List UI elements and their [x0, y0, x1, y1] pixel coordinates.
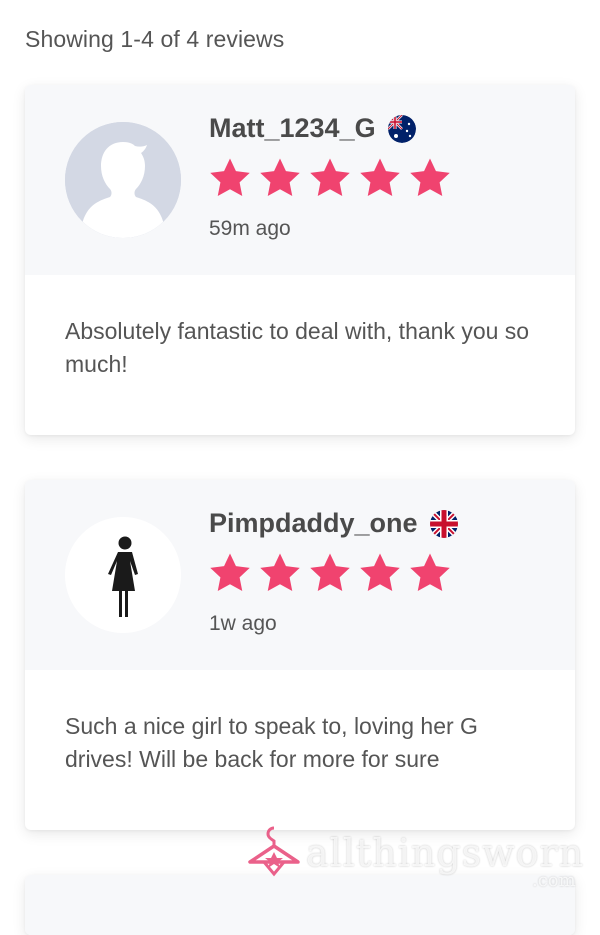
review-text: Such a nice girl to speak to, loving her… [65, 713, 478, 772]
hanger-logo-icon [246, 822, 302, 883]
default-avatar-icon[interactable] [65, 122, 181, 238]
star-rating [207, 155, 453, 201]
review-card [25, 875, 575, 935]
star-icon [407, 550, 453, 596]
reviewer-name[interactable]: Pimpdaddy_one [209, 508, 458, 539]
female-figure-avatar-icon[interactable] [65, 517, 181, 633]
review-text: Absolutely fantastic to deal with, thank… [65, 318, 530, 377]
review-time: 1w ago [209, 612, 277, 635]
star-icon [307, 550, 353, 596]
star-icon [257, 550, 303, 596]
reviewer-name[interactable]: Matt_1234_G [209, 113, 416, 144]
reviewer-username[interactable]: Pimpdaddy_one [209, 508, 418, 539]
review-time: 59m ago [209, 217, 291, 240]
star-icon [257, 155, 303, 201]
star-icon [357, 155, 403, 201]
reviewer-username[interactable]: Matt_1234_G [209, 113, 376, 144]
watermark-suffix: .com [532, 870, 576, 891]
star-rating [207, 550, 453, 596]
review-card: Pimpdaddy_one 1w ago Such a nice girl to… [25, 480, 575, 830]
star-icon [307, 155, 353, 201]
review-card: Matt_1234_G 59m ago Absolutely fantastic… [25, 85, 575, 435]
review-count-summary: Showing 1-4 of 4 reviews [25, 26, 285, 52]
star-icon [207, 155, 253, 201]
watermark-logo: allthingsworn .com [246, 822, 585, 891]
review-header: Matt_1234_G 59m ago [25, 85, 575, 275]
star-icon [357, 550, 403, 596]
star-icon [407, 155, 453, 201]
flag-uk-icon [429, 509, 458, 538]
review-header: Pimpdaddy_one 1w ago [25, 480, 575, 670]
watermark-text: allthingsworn [306, 830, 585, 875]
review-header [25, 875, 575, 935]
flag-australia-icon [387, 114, 416, 143]
star-icon [207, 550, 253, 596]
